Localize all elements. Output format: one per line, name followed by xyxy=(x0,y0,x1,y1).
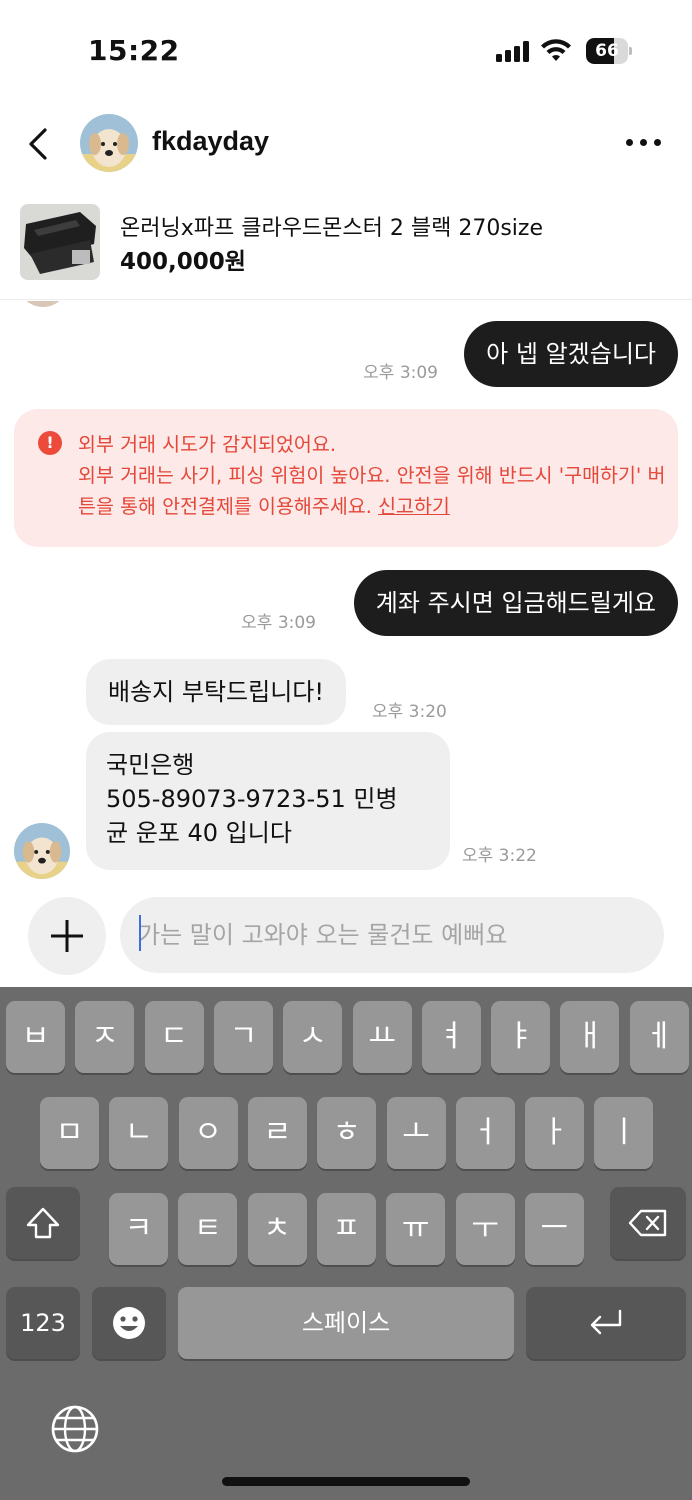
key-3[interactable]: ㅊ xyxy=(247,1193,307,1265)
chat-partner-name[interactable]: fkdayday xyxy=(152,126,269,157)
message-input[interactable] xyxy=(120,897,664,973)
key-2[interactable]: ㅈ xyxy=(75,1001,135,1073)
key-8[interactable]: ㅑ xyxy=(491,1001,551,1073)
wifi-icon xyxy=(541,39,571,61)
key-5[interactable]: ㅠ xyxy=(386,1193,446,1265)
avatar xyxy=(20,301,66,307)
key-3[interactable]: ㄷ xyxy=(144,1001,204,1073)
product-info[interactable]: 온러닝x파프 클라우드몬스터 2 블랙 270size 400,000원 xyxy=(0,196,692,300)
avatar[interactable] xyxy=(80,114,138,172)
key-6[interactable]: ㅜ xyxy=(455,1193,515,1265)
key-1[interactable]: ㅋ xyxy=(109,1193,168,1265)
key-6[interactable]: ㅛ xyxy=(352,1001,412,1073)
key-7[interactable]: ㅓ xyxy=(455,1097,515,1169)
alert-icon: ! xyxy=(38,431,62,455)
key-9[interactable]: ㅐ xyxy=(560,1001,620,1073)
warning-body: 외부 거래는 사기, 피싱 위험이 높아요. 안전을 위해 반드시 '구매하기'… xyxy=(78,464,666,518)
warning-title: 외부 거래 시도가 감지되었어요. xyxy=(78,433,337,456)
plus-icon[interactable] xyxy=(28,897,106,975)
keyboard: ㅂㅈㄷㄱㅅㅛㅕㅑㅐㅔ ㅁㄴㅇㄹㅎㅗㅓㅏㅣ ㅋㅌㅊㅍㅠㅜㅡ 123 스페이스 xyxy=(0,987,692,1500)
key-1[interactable]: ㅁ xyxy=(40,1097,99,1169)
chat-messages: 오후 3:09 아 넵 알겠습니다 ! 외부 거래 시도가 감지되었어요. 외부… xyxy=(0,301,692,891)
message-time: 오후 3:09 xyxy=(241,613,316,633)
key-8[interactable]: ㅏ xyxy=(525,1097,585,1169)
more-dots-icon[interactable] xyxy=(622,134,664,154)
space-key[interactable]: 스페이스 xyxy=(178,1287,514,1359)
key-6[interactable]: ㅗ xyxy=(386,1097,446,1169)
battery-indicator: 66 xyxy=(586,38,632,64)
cellular-signal-icon xyxy=(496,40,532,62)
status-bar: 15:22 66 xyxy=(0,0,692,100)
key-2[interactable]: ㅌ xyxy=(178,1193,238,1265)
product-price: 400,000원 xyxy=(120,249,246,275)
report-link[interactable]: 신고하기 xyxy=(378,495,450,518)
message-time: 오후 3:09 xyxy=(363,363,438,383)
emoji-key[interactable] xyxy=(92,1287,166,1359)
message-bubble-received[interactable]: 배송지 부탁드립니다! xyxy=(86,659,346,725)
battery-percent: 66 xyxy=(595,41,619,61)
shift-key[interactable] xyxy=(6,1187,80,1259)
key-10[interactable]: ㅔ xyxy=(629,1001,689,1073)
emoji-icon xyxy=(113,1307,145,1339)
status-time: 15:22 xyxy=(88,34,180,67)
product-title: 온러닝x파프 클라우드몬스터 2 블랙 270size xyxy=(120,216,543,241)
shift-icon xyxy=(26,1207,60,1239)
message-composer xyxy=(0,891,692,987)
key-5[interactable]: ㅅ xyxy=(283,1001,343,1073)
backspace-icon xyxy=(628,1209,667,1237)
safety-warning-banner: ! 외부 거래 시도가 감지되었어요. 외부 거래는 사기, 피싱 위험이 높아… xyxy=(14,409,678,547)
chat-header: fkdayday xyxy=(0,100,692,190)
message-time: 오후 3:22 xyxy=(462,846,537,866)
product-thumbnail xyxy=(20,204,100,280)
return-icon xyxy=(590,1309,622,1335)
key-4[interactable]: ㄹ xyxy=(247,1097,307,1169)
numbers-key[interactable]: 123 xyxy=(6,1287,80,1359)
key-1[interactable]: ㅂ xyxy=(6,1001,65,1073)
chevron-left-icon[interactable] xyxy=(18,122,58,166)
key-2[interactable]: ㄴ xyxy=(109,1097,169,1169)
message-bubble-received[interactable]: 국민은행 505-89073-9723-51 민병 균 운포 40 입니다 xyxy=(86,732,450,870)
key-9[interactable]: ㅣ xyxy=(594,1097,654,1169)
key-5[interactable]: ㅎ xyxy=(317,1097,377,1169)
globe-icon[interactable] xyxy=(50,1404,100,1454)
message-bubble-sent[interactable]: 아 넵 알겠습니다 xyxy=(464,321,678,387)
avatar[interactable] xyxy=(14,823,70,879)
text-cursor xyxy=(139,915,141,951)
key-4[interactable]: ㅍ xyxy=(316,1193,376,1265)
home-indicator xyxy=(222,1477,470,1486)
key-4[interactable]: ㄱ xyxy=(213,1001,273,1073)
backspace-key[interactable] xyxy=(610,1187,686,1259)
key-7[interactable]: ㅕ xyxy=(421,1001,481,1073)
message-bubble-sent[interactable]: 계좌 주시면 입금해드릴게요 xyxy=(353,570,678,636)
message-time: 오후 3:20 xyxy=(372,702,447,722)
key-7[interactable]: ㅡ xyxy=(524,1193,584,1265)
key-3[interactable]: ㅇ xyxy=(178,1097,238,1169)
return-key[interactable] xyxy=(526,1287,686,1359)
safety-warning-text: 외부 거래 시도가 감지되었어요. 외부 거래는 사기, 피싱 위험이 높아요.… xyxy=(78,429,668,522)
